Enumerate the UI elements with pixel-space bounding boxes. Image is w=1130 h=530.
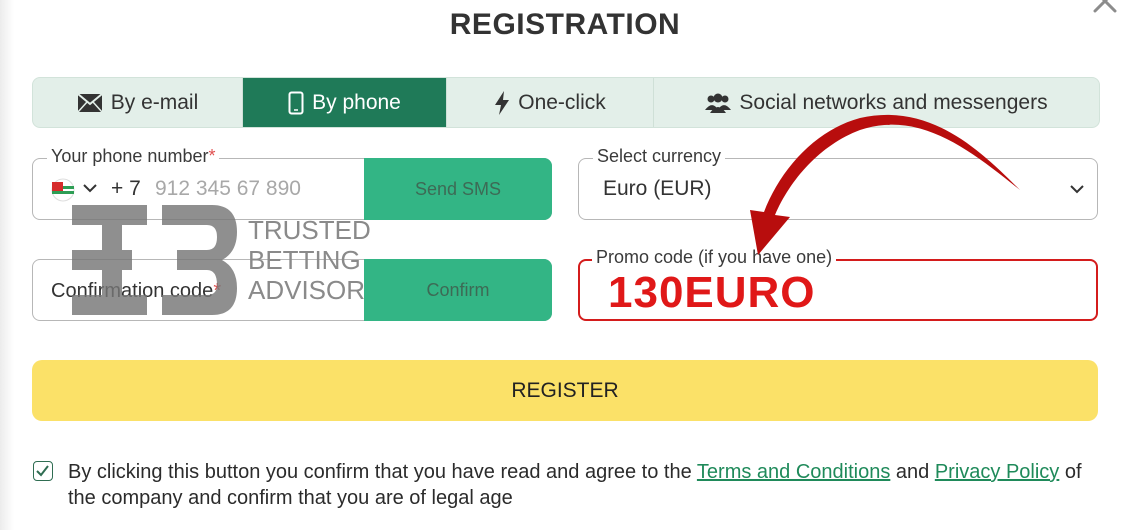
check-icon [36,465,49,477]
lightning-icon [495,90,510,115]
send-sms-button[interactable]: Send SMS [364,158,552,220]
tab-by-phone[interactable]: By phone [243,78,447,127]
tab-one-click[interactable]: One-click [447,78,654,127]
tab-label: By phone [312,90,401,114]
register-button[interactable]: REGISTER [32,360,1098,421]
terms-text-before: By clicking this button you confirm that… [68,461,697,483]
currency-value: Euro (EUR) [603,177,712,200]
confirmation-label-wrap: Confirmation code* [51,280,221,303]
phone-label-wrap: Your phone number* [47,146,220,167]
phone-label: Your phone number [51,146,209,166]
users-icon [705,93,732,113]
dialog-title: REGISTRATION [449,8,681,41]
terms-checkbox[interactable] [33,461,53,481]
confirmation-code-field[interactable]: Confirmation code* Confirm [32,259,552,321]
confirm-button[interactable]: Confirm [364,259,552,321]
phone-number-field: Your phone number* + 7 912 345 67 890 Se… [32,146,552,220]
terms-text: By clicking this button you confirm that… [68,459,1108,511]
tab-label: One-click [518,90,606,114]
currency-label: Select currency [593,146,726,167]
promo-code-value: 130EURO [608,268,816,317]
tab-label: By e-mail [110,90,199,114]
red-arrow-annotation [750,114,1020,255]
chevron-down-icon [1070,185,1084,194]
terms-link[interactable]: Terms and Conditions [697,461,890,483]
confirmation-label: Confirmation code [51,280,214,302]
required-mark: * [208,146,216,166]
terms-text-middle: and [890,461,935,483]
mobile-phone-icon [288,91,304,114]
privacy-policy-link[interactable]: Privacy Policy [935,461,1059,483]
country-code: + 7 [111,177,141,200]
tab-by-email[interactable]: By e-mail [33,78,243,127]
phone-input[interactable]: 912 345 67 890 [155,177,301,201]
backdrop-edge [0,0,14,530]
chevron-down-icon[interactable] [82,182,98,194]
country-flag-icon[interactable] [51,178,77,202]
required-mark: * [213,280,222,302]
envelope-icon [77,92,103,113]
